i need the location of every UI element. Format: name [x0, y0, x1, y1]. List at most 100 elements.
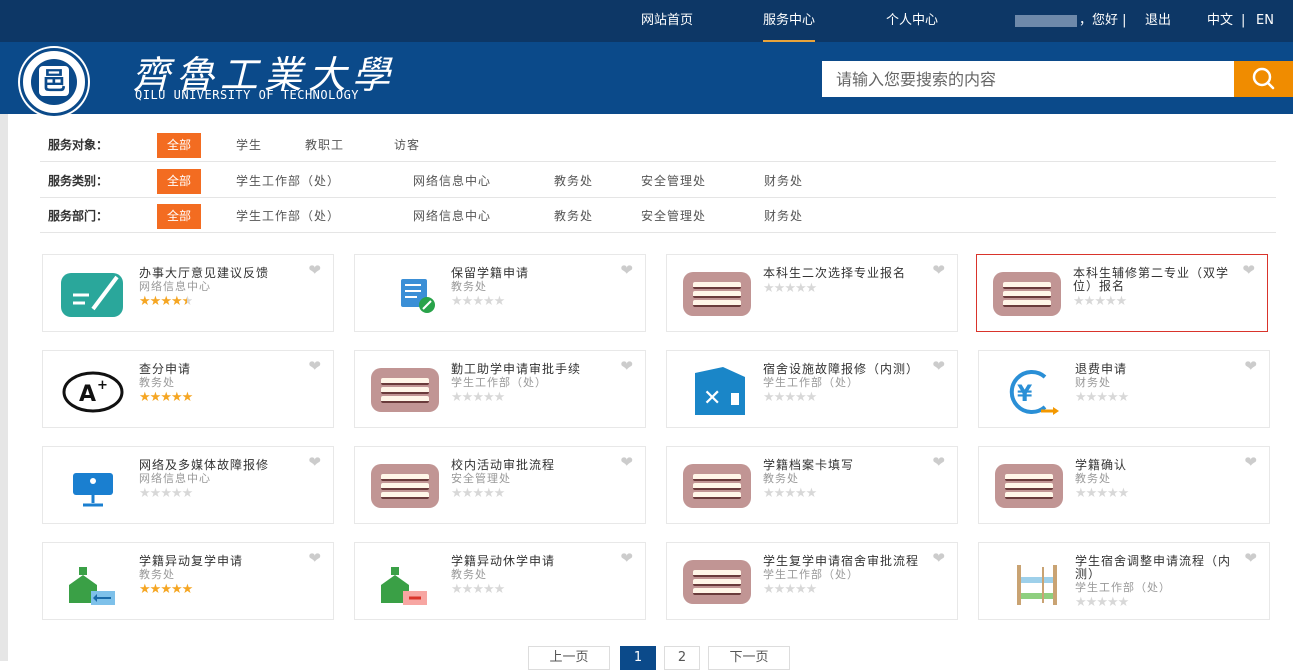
nav-personal-center[interactable]: 个人中心 — [886, 0, 938, 42]
service-card[interactable]: 办事大厅意见建议反馈 网络信息中心 ★★★★★ ❤ — [42, 254, 334, 332]
filter-option-academic-affairs[interactable]: 教务处 — [554, 204, 593, 229]
service-card[interactable]: 校内活动审批流程 安全管理处 ★★★★★ ❤ — [354, 446, 646, 524]
university-seal-logo[interactable]: 邑 — [20, 48, 88, 116]
star-icon: ★ — [1075, 595, 1087, 610]
filter-option-security[interactable]: 安全管理处 — [641, 204, 706, 229]
filter-label: 服务部门： — [48, 209, 109, 223]
card-title-block: 办事大厅意见建议反馈 网络信息中心 — [139, 267, 309, 294]
search-input[interactable] — [822, 61, 1234, 97]
star-icon: ★ — [1117, 595, 1130, 610]
star-icon: ★ — [1096, 390, 1108, 405]
filter-option-network-center[interactable]: 网络信息中心 — [413, 204, 491, 229]
next-page-button[interactable]: 下一页 — [708, 646, 790, 670]
star-icon: ★ — [794, 486, 807, 501]
prev-page-button[interactable]: 上一页 — [528, 646, 610, 670]
card-title: 学籍异动复学申请 — [139, 554, 244, 568]
service-card[interactable]: 勤工助学申请审批手续 学生工作部（处） ★★★★★ ❤ — [354, 350, 646, 428]
star-icon: ★ — [160, 486, 172, 501]
favorite-heart-icon[interactable]: ❤ — [308, 359, 321, 374]
star-icon: ★ — [160, 390, 172, 405]
filter-option-finance[interactable]: 财务处 — [764, 169, 803, 194]
user-name-redacted — [1015, 14, 1077, 27]
filter-option-security[interactable]: 安全管理处 — [641, 169, 706, 194]
favorite-heart-icon[interactable]: ❤ — [308, 263, 321, 278]
svg-text:¥: ¥ — [1017, 382, 1033, 407]
favorite-heart-icon[interactable]: ❤ — [932, 455, 945, 470]
favorite-heart-icon[interactable]: ❤ — [620, 263, 633, 278]
lang-cn-link[interactable]: 中文 — [1207, 0, 1233, 42]
service-card[interactable]: 本科生二次选择专业报名 ★★★★★ ❤ — [666, 254, 958, 332]
star-icon: ★ — [1085, 595, 1098, 610]
star-icon: ★ — [139, 582, 151, 597]
filter-option-network-center[interactable]: 网络信息中心 — [413, 169, 491, 194]
service-card[interactable]: 学生复学申请宿舍审批流程 学生工作部（处） ★★★★★ ❤ — [666, 542, 958, 620]
star-icon: ★ — [139, 390, 151, 405]
service-card[interactable]: 保留学籍申请 教务处 ★★★★★ ❤ — [354, 254, 646, 332]
star-icon: ★ — [784, 281, 796, 296]
favorite-heart-icon[interactable]: ❤ — [308, 455, 321, 470]
filter-option-visitor[interactable]: 访客 — [394, 133, 420, 158]
card-dept: 教务处 — [139, 568, 175, 581]
favorite-heart-icon[interactable]: ❤ — [932, 263, 945, 278]
service-card[interactable]: 网络及多媒体故障报修 网络信息中心 ★★★★★ ❤ — [42, 446, 334, 524]
star-icon: ★ — [160, 294, 172, 309]
star-icon: ★ — [1096, 486, 1108, 501]
lang-en-link[interactable]: EN — [1256, 0, 1274, 42]
bed-icon — [995, 555, 1063, 609]
search-box — [822, 61, 1234, 97]
nav-service-center[interactable]: 服务中心 — [763, 0, 816, 42]
filter-option-finance[interactable]: 财务处 — [764, 204, 803, 229]
favorite-heart-icon[interactable]: ❤ — [1244, 455, 1257, 470]
search-button[interactable] — [1234, 61, 1293, 97]
books-icon — [683, 459, 751, 513]
service-card[interactable]: ✕ 宿舍设施故障报修（内测） 学生工作部（处） ★★★★★ ❤ — [666, 350, 958, 428]
favorite-heart-icon[interactable]: ❤ — [620, 455, 633, 470]
favorite-heart-icon[interactable]: ❤ — [932, 359, 945, 374]
service-card-highlighted[interactable]: 本科生辅修第二专业（双学位）报名 ★★★★★ ❤ — [976, 254, 1268, 332]
service-card[interactable]: A + 查分申请 教务处 ★★★★★ ❤ — [42, 350, 334, 428]
star-icon: ★ — [149, 390, 162, 405]
star-icon: ★ — [763, 582, 775, 597]
card-dept: 教务处 — [139, 376, 175, 389]
filter-option-student-affairs[interactable]: 学生工作部（处） — [236, 204, 340, 229]
filter-label: 服务对象： — [48, 138, 109, 152]
service-card[interactable]: 学籍档案卡填写 教务处 ★★★★★ ❤ — [666, 446, 958, 524]
service-card[interactable]: 学生宿舍调整申请流程（内测） 学生工作部（处） ★★★★★ ❤ — [978, 542, 1270, 620]
service-card[interactable]: 学籍异动休学申请 教务处 ★★★★★ ❤ — [354, 542, 646, 620]
page-2-button[interactable]: 2 — [664, 646, 700, 670]
favorite-heart-icon[interactable]: ❤ — [308, 551, 321, 566]
star-icon: ★ — [784, 486, 796, 501]
favorite-heart-icon[interactable]: ❤ — [620, 551, 633, 566]
star-icon: ★ — [794, 582, 807, 597]
star-icon: ★ — [805, 390, 818, 405]
service-card[interactable]: 学籍异动复学申请 教务处 ★★★★★ ❤ — [42, 542, 334, 620]
star-icon: ★ — [1104, 294, 1117, 309]
filter-option-all[interactable]: 全部 — [157, 133, 202, 158]
star-icon: ★ — [1085, 486, 1098, 501]
star-icon: ★ — [773, 390, 786, 405]
page-1-button[interactable]: 1 — [620, 646, 656, 670]
favorite-heart-icon[interactable]: ❤ — [1244, 551, 1257, 566]
filter-option-student[interactable]: 学生 — [236, 133, 262, 158]
filter-option-student-affairs[interactable]: 学生工作部（处） — [236, 169, 340, 194]
star-icon: ★ — [1106, 486, 1119, 501]
filter-option-all[interactable]: 全部 — [157, 204, 202, 229]
star-icon: ★ — [451, 294, 463, 309]
favorite-heart-icon[interactable]: ❤ — [620, 359, 633, 374]
star-icon: ★ — [461, 486, 474, 501]
favorite-heart-icon[interactable]: ❤ — [1242, 263, 1255, 278]
greeting-text: ，您好 — [1079, 13, 1119, 28]
filter-option-academic-affairs[interactable]: 教务处 — [554, 169, 593, 194]
top-nav: 网站首页 服务中心 个人中心 ，您好 | 退出 中文 | EN — [0, 0, 1293, 42]
logout-link[interactable]: 退出 — [1145, 0, 1171, 42]
service-card[interactable]: 学籍确认 教务处 ★★★★★ ❤ — [978, 446, 1270, 524]
star-icon: ★ — [773, 582, 786, 597]
filter-option-staff[interactable]: 教职工 — [305, 133, 344, 158]
nav-home[interactable]: 网站首页 — [641, 0, 693, 42]
favorite-heart-icon[interactable]: ❤ — [932, 551, 945, 566]
rating-stars: ★★★★★ — [763, 281, 817, 296]
favorite-heart-icon[interactable]: ❤ — [1244, 359, 1257, 374]
star-icon: ★ — [493, 582, 506, 597]
service-card[interactable]: ¥ 退费申请 财务处 ★★★★★ ❤ — [978, 350, 1270, 428]
filter-option-all[interactable]: 全部 — [157, 169, 202, 194]
